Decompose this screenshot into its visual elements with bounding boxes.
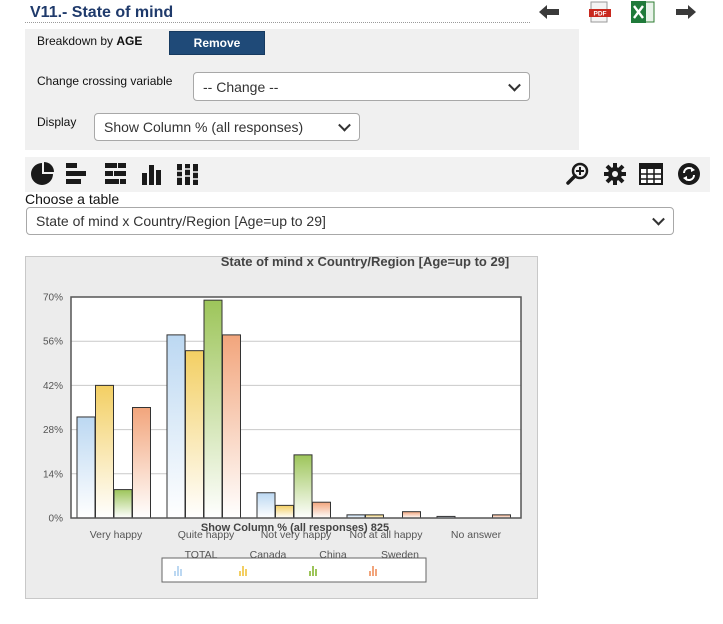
y-tick-label: 0%	[49, 514, 64, 525]
horizontal-bar-chart-icon[interactable]	[64, 161, 90, 187]
chart-toolbar	[25, 157, 710, 192]
bar-chart: State of mind x Country/Region [Age=up t…	[43, 254, 522, 583]
bar-total-2	[256, 492, 276, 519]
table-view-icon[interactable]	[638, 161, 664, 187]
y-tick-label: 56%	[43, 337, 63, 348]
x-tick-label: Very happy	[90, 529, 143, 541]
bar-sweden-3	[402, 511, 421, 519]
crossing-variable-value: -- Change --	[203, 78, 279, 95]
bar-sweden-1	[222, 334, 241, 519]
legend-box	[161, 557, 427, 583]
crossing-variable-label: Change crossing variable	[37, 74, 173, 88]
table-select[interactable]: State of mind x Country/Region [Age=up t…	[26, 207, 674, 235]
x-tick-label: No answer	[451, 529, 502, 541]
y-tick-label: 42%	[43, 381, 63, 392]
choose-table-label: Choose a table	[25, 191, 120, 207]
legend-label: China	[319, 549, 347, 561]
excel-export-icon[interactable]	[629, 0, 657, 24]
bar-sweden-2	[312, 501, 331, 519]
pdf-export-icon[interactable]: PDF	[586, 0, 614, 24]
crossing-variable-select[interactable]: -- Change --	[193, 72, 530, 101]
bar-canada-2	[275, 504, 294, 519]
legend-label: Sweden	[381, 549, 419, 561]
pie-chart-icon[interactable]	[29, 161, 55, 187]
display-select[interactable]: Show Column % (all responses)	[94, 113, 360, 141]
refresh-icon[interactable]	[676, 161, 702, 187]
legend-label: TOTAL	[185, 549, 218, 561]
chevron-down-icon	[338, 118, 351, 132]
forward-arrow-icon[interactable]	[672, 0, 700, 24]
page-title: V11.- State of mind	[30, 4, 174, 21]
bar-canada-0	[95, 384, 114, 519]
stacked-column-chart-icon[interactable]	[175, 161, 201, 187]
y-tick-label: 70%	[43, 293, 63, 304]
display-value: Show Column % (all responses)	[104, 119, 304, 135]
breakdown-label-prefix: Breakdown by	[37, 34, 117, 48]
chevron-down-icon	[652, 212, 665, 226]
chart-title: State of mind x Country/Region [Age=up t…	[221, 257, 510, 269]
x-axis-label: Show Column % (all responses) 825	[201, 522, 389, 534]
chevron-down-icon	[508, 78, 521, 92]
y-tick-label: 28%	[43, 425, 63, 436]
bar-sweden-0	[132, 407, 151, 519]
display-label: Display	[37, 115, 77, 129]
bar-canada-1	[185, 350, 204, 519]
table-select-value: State of mind x Country/Region [Age=up t…	[36, 213, 326, 229]
bar-total-1	[166, 334, 186, 519]
title-divider	[25, 22, 530, 23]
vertical-bar-chart-icon[interactable]	[139, 161, 165, 187]
legend-label: Canada	[250, 549, 287, 561]
gear-icon[interactable]	[602, 161, 628, 187]
back-arrow-icon[interactable]	[535, 0, 563, 24]
chart-container: State of mind x Country/Region [Age=up t…	[25, 254, 538, 599]
svg-text:PDF: PDF	[594, 11, 607, 18]
bar-total-0	[76, 416, 96, 519]
bar-china-2	[293, 454, 313, 519]
breakdown-variable: AGE	[116, 34, 143, 48]
bar-china-0	[113, 489, 133, 519]
remove-button[interactable]: Remove	[169, 31, 265, 55]
breakdown-label: Breakdown by AGE	[37, 34, 142, 48]
zoom-icon[interactable]	[565, 161, 591, 187]
stacked-bar-chart-icon[interactable]	[103, 161, 129, 187]
bar-china-1	[203, 299, 223, 519]
y-tick-label: 14%	[43, 469, 63, 480]
